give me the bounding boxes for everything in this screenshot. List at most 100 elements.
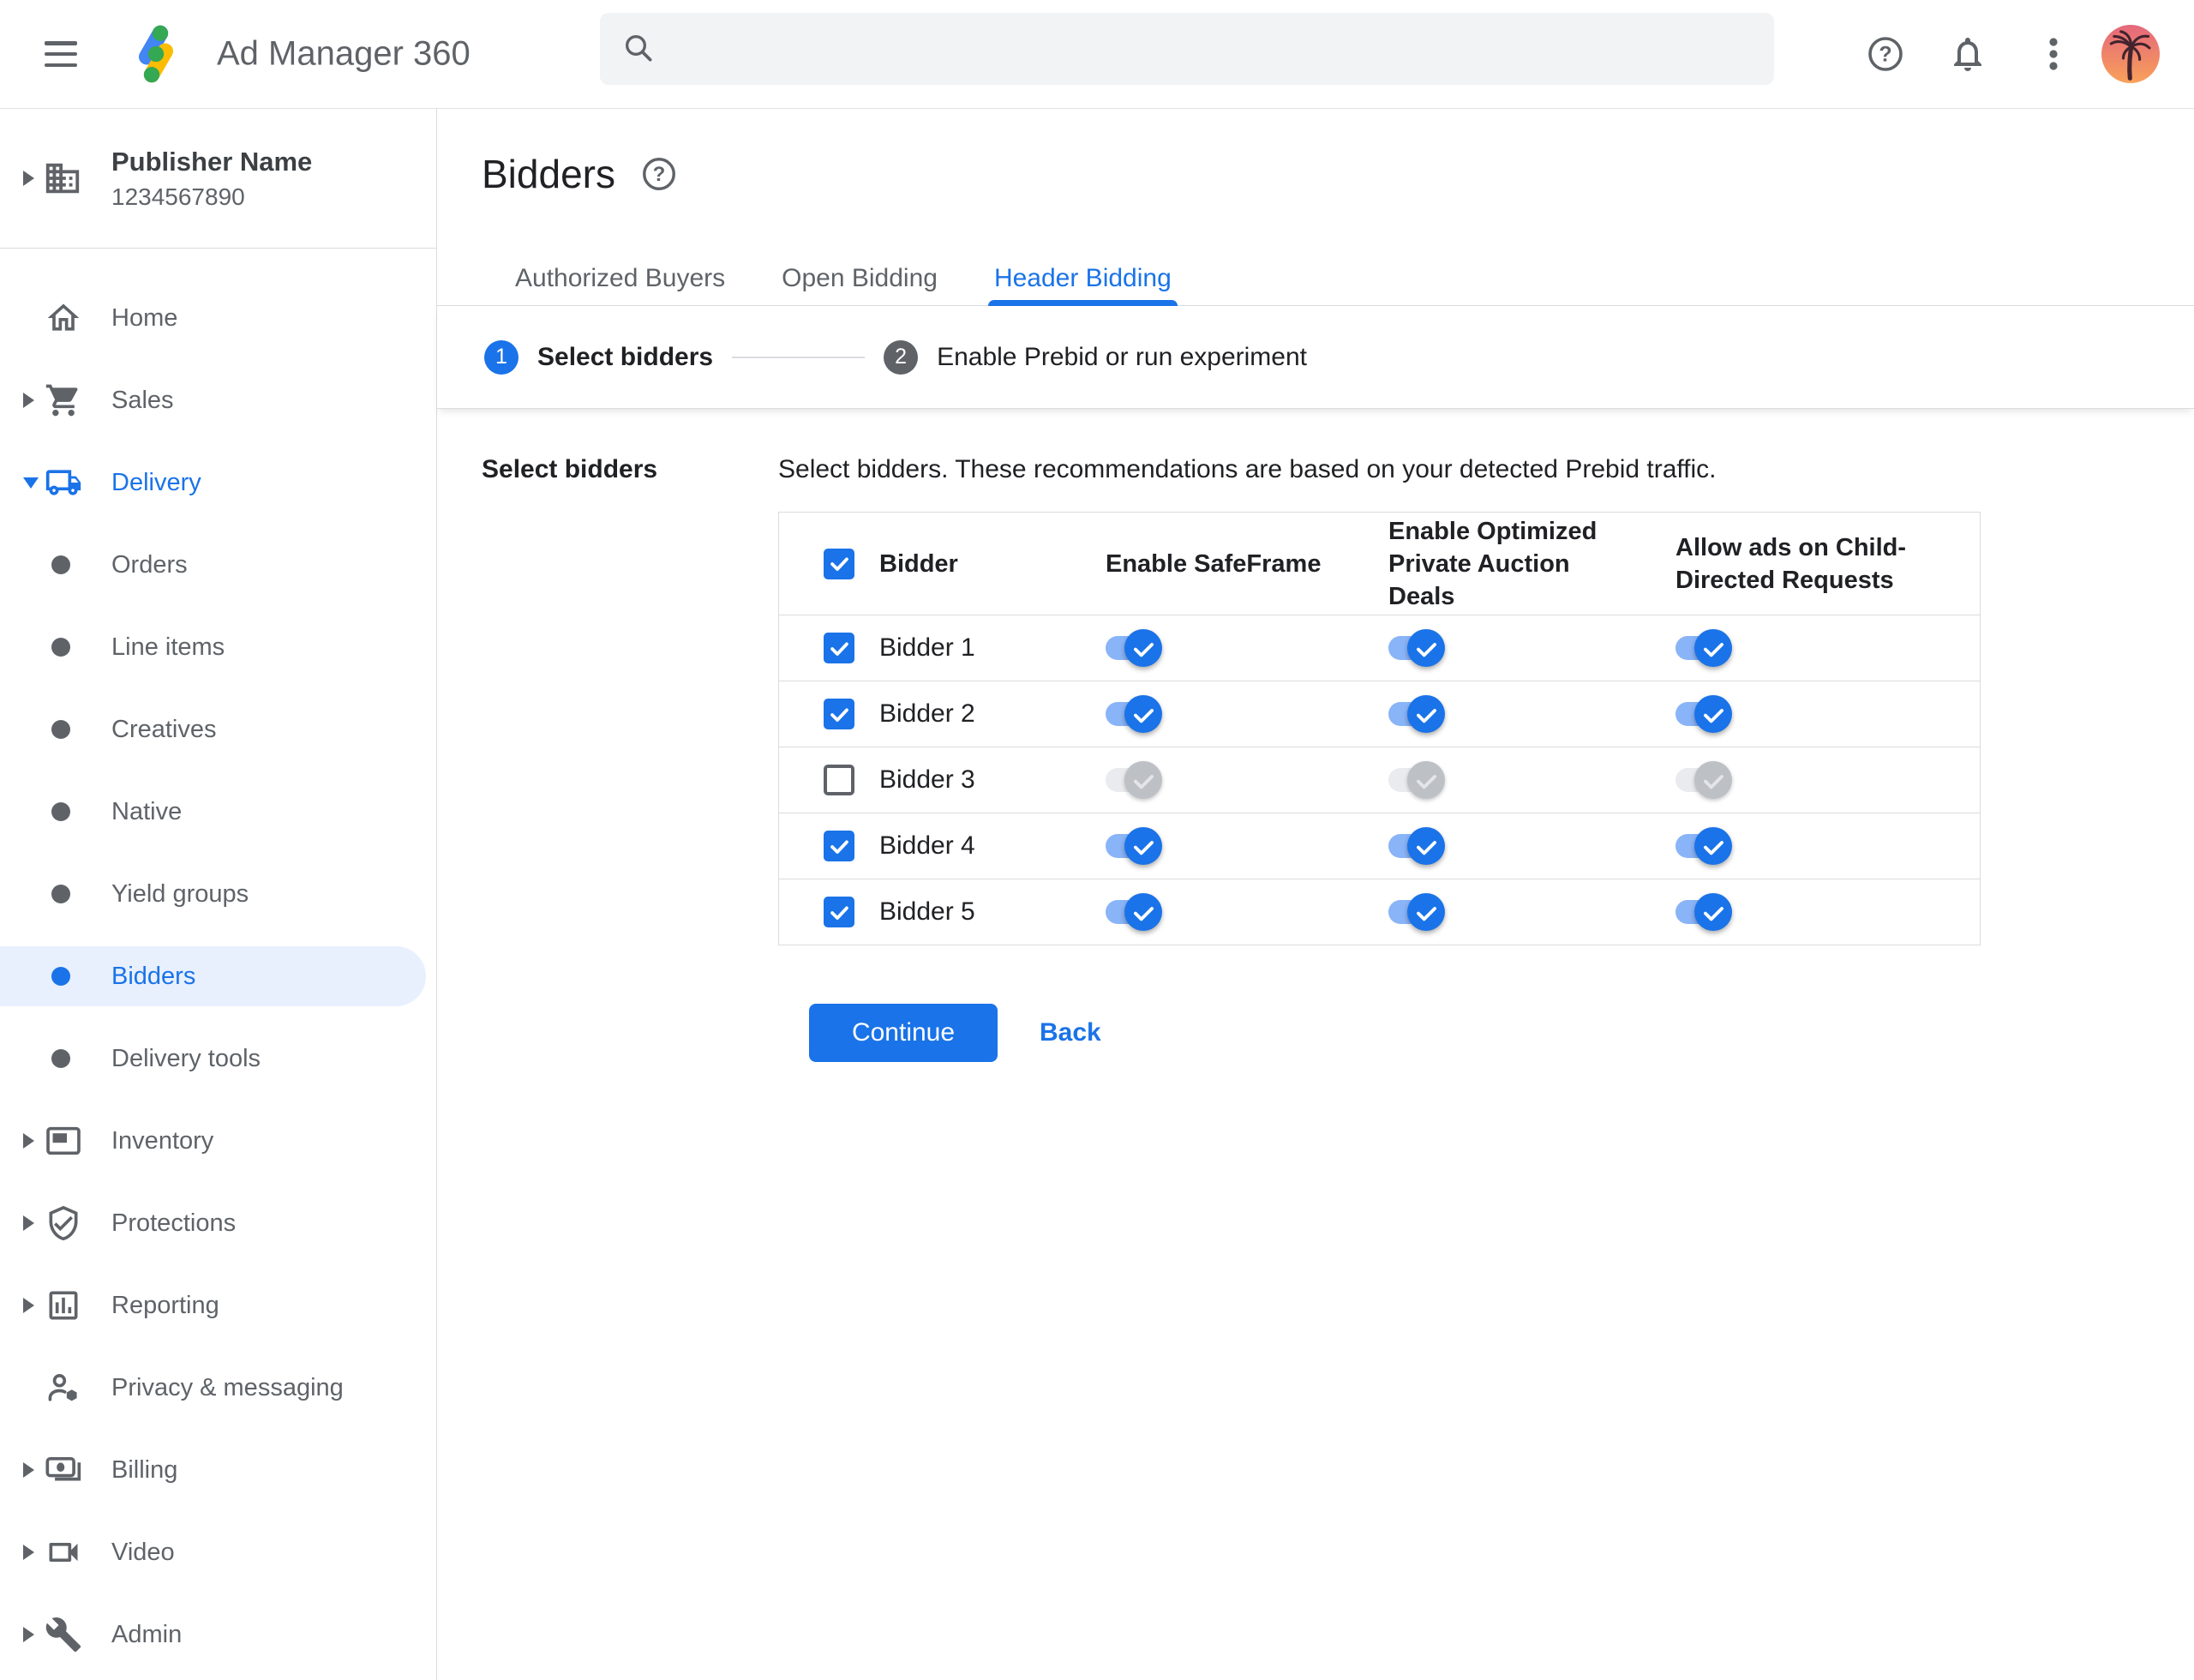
help-icon[interactable]: ?	[1865, 33, 1906, 75]
top-app-bar: Ad Manager 360 ?	[0, 0, 2194, 109]
building-icon	[45, 163, 80, 194]
sidebar-item-inventory[interactable]: Inventory	[0, 1111, 436, 1171]
video-camera-icon	[45, 1533, 82, 1571]
tab-open-bidding[interactable]: Open Bidding	[753, 236, 966, 305]
expand-caret-icon[interactable]	[23, 393, 34, 408]
sidebar-item-bidders[interactable]: Bidders	[0, 946, 426, 1006]
bidder-cell: Bidder 1	[779, 615, 1082, 681]
child-directed-toggle[interactable]	[1675, 629, 1732, 667]
row-checkbox[interactable]	[824, 765, 854, 795]
optimized-deals-toggle[interactable]	[1388, 629, 1445, 667]
cart-icon	[45, 381, 82, 419]
sidebar-item-creatives[interactable]: Creatives	[0, 699, 436, 759]
optimized-deals-toggle[interactable]	[1388, 827, 1445, 865]
notifications-icon[interactable]	[1947, 33, 1988, 75]
optimized-deals-cell	[1364, 879, 1651, 945]
bullet-icon	[51, 638, 70, 657]
search-bar[interactable]	[600, 13, 1774, 85]
child-directed-toggle[interactable]	[1675, 893, 1732, 931]
sidebar-item-yield-groups[interactable]: Yield groups	[0, 864, 436, 924]
safeframe-cell	[1082, 813, 1364, 879]
child-directed-toggle[interactable]	[1675, 827, 1732, 865]
child-directed-toggle[interactable]	[1675, 761, 1732, 799]
row-label: Bidder 3	[879, 765, 975, 794]
home-icon	[45, 299, 82, 337]
table-row: Bidder 4	[779, 813, 1980, 879]
svg-text:?: ?	[653, 163, 666, 186]
sidebar-item-reporting[interactable]: Reporting	[0, 1275, 436, 1335]
page-title: Bidders	[482, 152, 615, 196]
child-directed-cell	[1651, 813, 1980, 879]
expand-caret-icon[interactable]	[23, 171, 34, 186]
safeframe-toggle[interactable]	[1106, 761, 1162, 799]
safeframe-toggle[interactable]	[1106, 827, 1162, 865]
menu-icon[interactable]	[45, 41, 77, 67]
safeframe-cell	[1082, 747, 1364, 813]
bullet-icon	[51, 967, 70, 986]
row-label: Bidder 1	[879, 633, 975, 662]
row-checkbox[interactable]	[824, 897, 854, 927]
sidebar: Publisher Name 1234567890 Home Sales Del…	[0, 109, 437, 1680]
sidebar-item-admin[interactable]: Admin	[0, 1605, 436, 1665]
sidebar-item-privacy-messaging[interactable]: Privacy & messaging	[0, 1358, 436, 1418]
person-badge-icon	[45, 1369, 82, 1407]
sidebar-item-delivery[interactable]: Delivery	[0, 453, 436, 513]
more-vertical-icon[interactable]	[2033, 33, 2074, 75]
optimized-deals-toggle[interactable]	[1388, 893, 1445, 931]
row-checkbox[interactable]	[824, 633, 854, 663]
bullet-icon	[51, 802, 70, 821]
expand-caret-icon[interactable]	[23, 1133, 34, 1149]
safeframe-toggle[interactable]	[1106, 629, 1162, 667]
sidebar-item-delivery-tools[interactable]: Delivery tools	[0, 1029, 436, 1089]
back-button[interactable]: Back	[1040, 1018, 1101, 1047]
sidebar-item-native[interactable]: Native	[0, 782, 436, 842]
sidebar-item-orders[interactable]: Orders	[0, 535, 436, 595]
sidebar-item-protections[interactable]: Protections	[0, 1193, 436, 1253]
tab-authorized-buyers[interactable]: Authorized Buyers	[487, 236, 753, 305]
bidder-cell: Bidder 2	[779, 681, 1082, 747]
child-directed-cell	[1651, 879, 1980, 945]
sidebar-item-line-items[interactable]: Line items	[0, 617, 436, 677]
safeframe-toggle[interactable]	[1106, 893, 1162, 931]
expand-caret-icon[interactable]	[23, 1215, 34, 1231]
sidebar-item-video[interactable]: Video	[0, 1522, 436, 1582]
truck-icon	[45, 464, 82, 501]
expand-caret-icon[interactable]	[23, 1462, 34, 1478]
search-input[interactable]	[674, 34, 1752, 63]
publisher-selector[interactable]: Publisher Name 1234567890	[0, 109, 436, 249]
tab-header-bidding[interactable]: Header Bidding	[966, 236, 1200, 306]
child-directed-cell	[1651, 615, 1980, 681]
expand-caret-icon[interactable]	[23, 1298, 34, 1313]
child-directed-toggle[interactable]	[1675, 695, 1732, 733]
sidebar-item-sales[interactable]: Sales	[0, 370, 436, 430]
app-title: Ad Manager 360	[217, 34, 471, 73]
step-number-badge: 1	[484, 339, 519, 375]
expand-caret-icon[interactable]	[23, 1545, 34, 1560]
avatar[interactable]	[2101, 25, 2160, 83]
sidebar-item-home[interactable]: Home	[0, 288, 436, 348]
banknote-icon	[45, 1451, 82, 1489]
row-checkbox[interactable]	[824, 699, 854, 729]
optimized-deals-toggle[interactable]	[1388, 695, 1445, 733]
row-checkbox[interactable]	[824, 831, 854, 861]
continue-button[interactable]: Continue	[809, 1004, 998, 1062]
sidebar-nav: Home Sales Delivery Orders Line items Cr…	[0, 249, 436, 1665]
optimized-deals-cell	[1364, 747, 1651, 813]
step-enable-prebid[interactable]: 2 Enable Prebid or run experiment	[884, 339, 1307, 375]
select-all-checkbox[interactable]	[824, 548, 854, 579]
bullet-icon	[51, 885, 70, 903]
column-header-child-directed: Allow ads on Child-Directed Requests	[1675, 533, 1907, 594]
column-header-optimized-deals: Enable Optimized Private Auction Deals	[1388, 517, 1598, 610]
bullet-icon	[51, 720, 70, 739]
safeframe-toggle[interactable]	[1106, 695, 1162, 733]
inventory-icon	[45, 1122, 82, 1160]
expand-caret-icon[interactable]	[23, 1627, 34, 1642]
page-help-icon[interactable]: ?	[639, 154, 679, 194]
safeframe-cell	[1082, 615, 1364, 681]
publisher-id: 1234567890	[111, 183, 245, 210]
collapse-caret-icon[interactable]	[23, 477, 39, 489]
sidebar-item-billing[interactable]: Billing	[0, 1440, 436, 1500]
column-header-safeframe: Enable SafeFrame	[1106, 549, 1322, 578]
optimized-deals-toggle[interactable]	[1388, 761, 1445, 799]
step-select-bidders[interactable]: 1 Select bidders	[484, 339, 713, 375]
